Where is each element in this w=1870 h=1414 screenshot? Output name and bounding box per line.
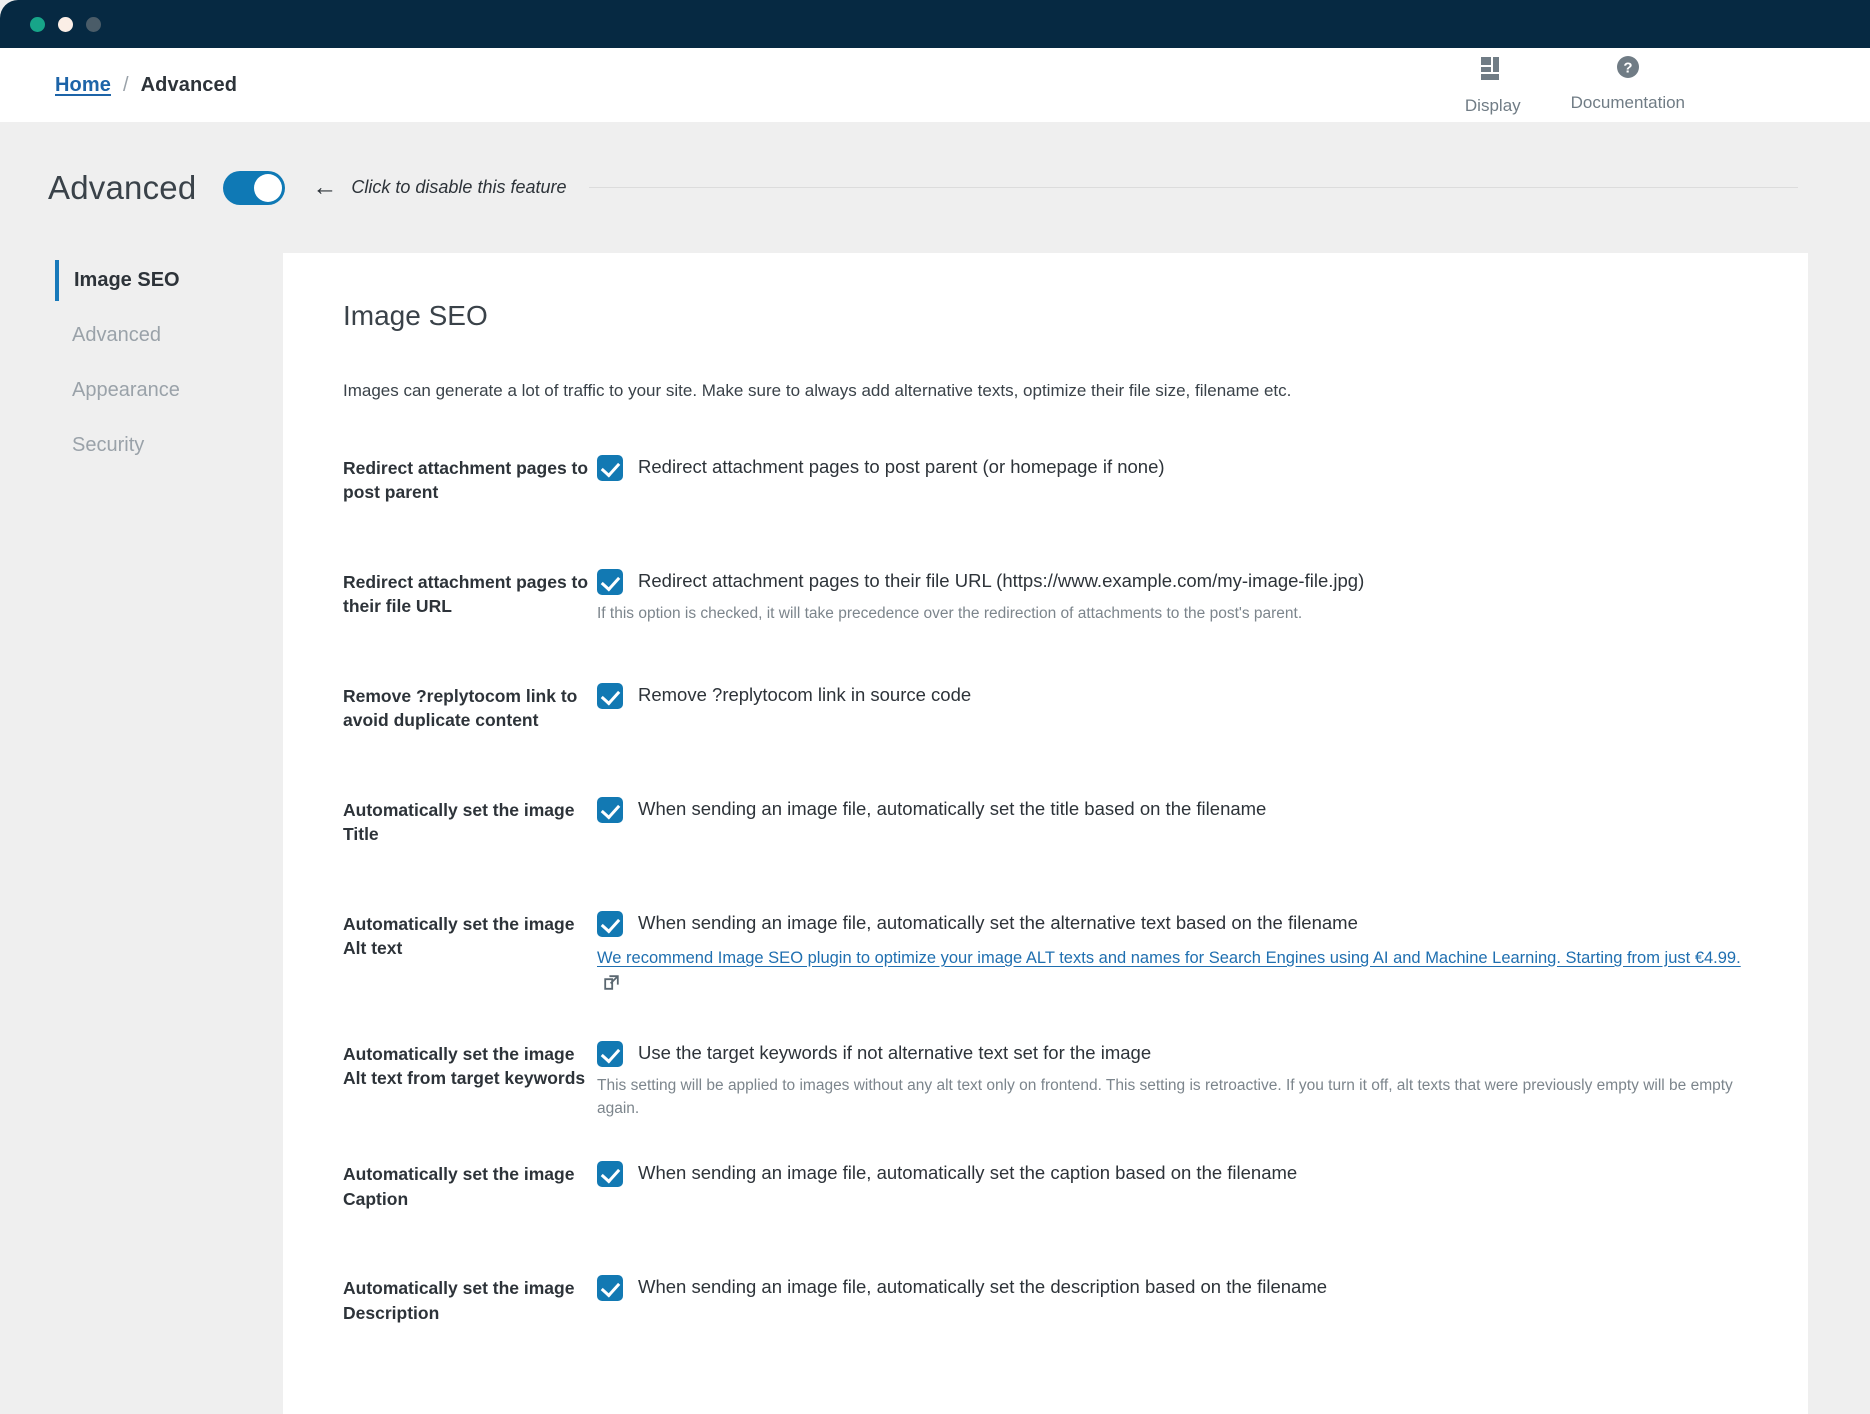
display-button[interactable]: Display: [1465, 55, 1521, 116]
setting-checkbox-label: Use the target keywords if not alternati…: [638, 1040, 1151, 1066]
setting-control: Remove ?replytocom link in source code: [597, 682, 1748, 709]
breadcrumb-separator: /: [123, 74, 129, 97]
setting-checkbox-label: When sending an image file, automaticall…: [638, 1160, 1297, 1186]
setting-row: Automatically set the image Title When s…: [343, 796, 1748, 870]
setting-label: Automatically set the image Title: [343, 796, 597, 846]
section-intro: Images can generate a lot of traffic to …: [343, 379, 1748, 403]
setting-checkbox-label: Remove ?replytocom link in source code: [638, 682, 971, 708]
setting-row: Redirect attachment pages to their file …: [343, 568, 1748, 642]
page-body: Image SEO Advanced Appearance Security I…: [0, 253, 1870, 1414]
sidebar-item-label: Image SEO: [74, 269, 180, 292]
setting-label: Automatically set the image Caption: [343, 1160, 597, 1210]
feature-hint-text: Click to disable this feature: [351, 177, 566, 198]
sidebar-nav: Image SEO Advanced Appearance Security: [0, 253, 283, 1414]
image-seo-promo-link[interactable]: We recommend Image SEO plugin to optimiz…: [597, 946, 1748, 1000]
promo-link-text: We recommend Image SEO plugin to optimiz…: [597, 949, 1741, 967]
feature-enable-toggle[interactable]: [223, 171, 285, 205]
setting-description: This setting will be applied to images w…: [597, 1074, 1748, 1121]
breadcrumb-current: Advanced: [141, 74, 237, 97]
breadcrumb: Home / Advanced: [55, 74, 237, 97]
window-titlebar: [0, 0, 1870, 48]
setting-control: When sending an image file, automaticall…: [597, 1160, 1748, 1187]
setting-checkbox[interactable]: [597, 1161, 623, 1187]
setting-row: Automatically set the image Alt text Whe…: [343, 910, 1748, 1000]
setting-checkbox-label: Redirect attachment pages to post parent…: [638, 454, 1165, 480]
documentation-button[interactable]: ? Documentation: [1571, 55, 1685, 113]
layout-grid-icon: [1479, 55, 1506, 87]
toggle-knob: [254, 174, 282, 202]
sidebar-item-label: Advanced: [72, 324, 161, 347]
sidebar-item-appearance[interactable]: Appearance: [0, 363, 283, 418]
sidebar-item-image-seo[interactable]: Image SEO: [0, 253, 283, 308]
setting-checkbox[interactable]: [597, 683, 623, 709]
sidebar-item-security[interactable]: Security: [0, 418, 283, 473]
setting-row: Automatically set the image Alt text fro…: [343, 1040, 1748, 1121]
setting-row: Automatically set the image Description …: [343, 1274, 1748, 1348]
setting-label: Automatically set the image Description: [343, 1274, 597, 1324]
setting-control: When sending an image file, automaticall…: [597, 910, 1748, 1000]
setting-checkbox-label: Redirect attachment pages to their file …: [638, 568, 1364, 594]
setting-checkbox-label: When sending an image file, automaticall…: [638, 910, 1358, 936]
setting-row: Remove ?replytocom link to avoid duplica…: [343, 682, 1748, 756]
setting-checkbox[interactable]: [597, 911, 623, 937]
setting-checkbox-label: When sending an image file, automaticall…: [638, 796, 1266, 822]
setting-description: If this option is checked, it will take …: [597, 602, 1748, 625]
top-bar: Home / Advanced Display: [0, 48, 1870, 122]
sidebar-item-label: Appearance: [72, 379, 180, 402]
section-title: Image SEO: [343, 300, 1748, 332]
setting-checkbox[interactable]: [597, 1275, 623, 1301]
sidebar-item-label: Security: [72, 434, 144, 457]
setting-label: Automatically set the image Alt text fro…: [343, 1040, 597, 1090]
feature-header: Advanced ← Click to disable this feature: [0, 122, 1870, 253]
sidebar-item-advanced[interactable]: Advanced: [0, 308, 283, 363]
setting-checkbox[interactable]: [597, 1041, 623, 1067]
svg-text:?: ?: [1623, 59, 1632, 76]
setting-checkbox-label: When sending an image file, automaticall…: [638, 1274, 1327, 1300]
setting-checkbox[interactable]: [597, 455, 623, 481]
display-label: Display: [1465, 96, 1521, 116]
setting-label: Redirect attachment pages to their file …: [343, 568, 597, 618]
top-bar-actions: Display ? Documentation: [1465, 55, 1830, 116]
setting-row: Automatically set the image Caption When…: [343, 1160, 1748, 1234]
setting-checkbox[interactable]: [597, 797, 623, 823]
documentation-label: Documentation: [1571, 93, 1685, 113]
setting-control: Redirect attachment pages to their file …: [597, 568, 1748, 625]
settings-panel: Image SEO Images can generate a lot of t…: [283, 253, 1808, 1414]
app-window: Home / Advanced Display: [0, 0, 1870, 1414]
question-circle-icon: ?: [1616, 55, 1640, 84]
setting-control: Use the target keywords if not alternati…: [597, 1040, 1748, 1121]
window-maximize-dot[interactable]: [86, 17, 101, 32]
setting-control: Redirect attachment pages to post parent…: [597, 454, 1748, 481]
page-title: Advanced: [48, 169, 196, 207]
setting-label: Remove ?replytocom link to avoid duplica…: [343, 682, 597, 732]
breadcrumb-home-link[interactable]: Home: [55, 74, 111, 97]
window-minimize-dot[interactable]: [58, 17, 73, 32]
setting-row: Redirect attachment pages to post parent…: [343, 454, 1748, 528]
window-close-dot[interactable]: [30, 17, 45, 32]
arrow-left-icon: ←: [312, 175, 337, 200]
header-divider: [589, 187, 1799, 188]
setting-control: When sending an image file, automaticall…: [597, 1274, 1748, 1301]
external-link-icon: [603, 974, 620, 1000]
setting-label: Automatically set the image Alt text: [343, 910, 597, 960]
setting-control: When sending an image file, automaticall…: [597, 796, 1748, 823]
setting-checkbox[interactable]: [597, 569, 623, 595]
setting-label: Redirect attachment pages to post parent: [343, 454, 597, 504]
